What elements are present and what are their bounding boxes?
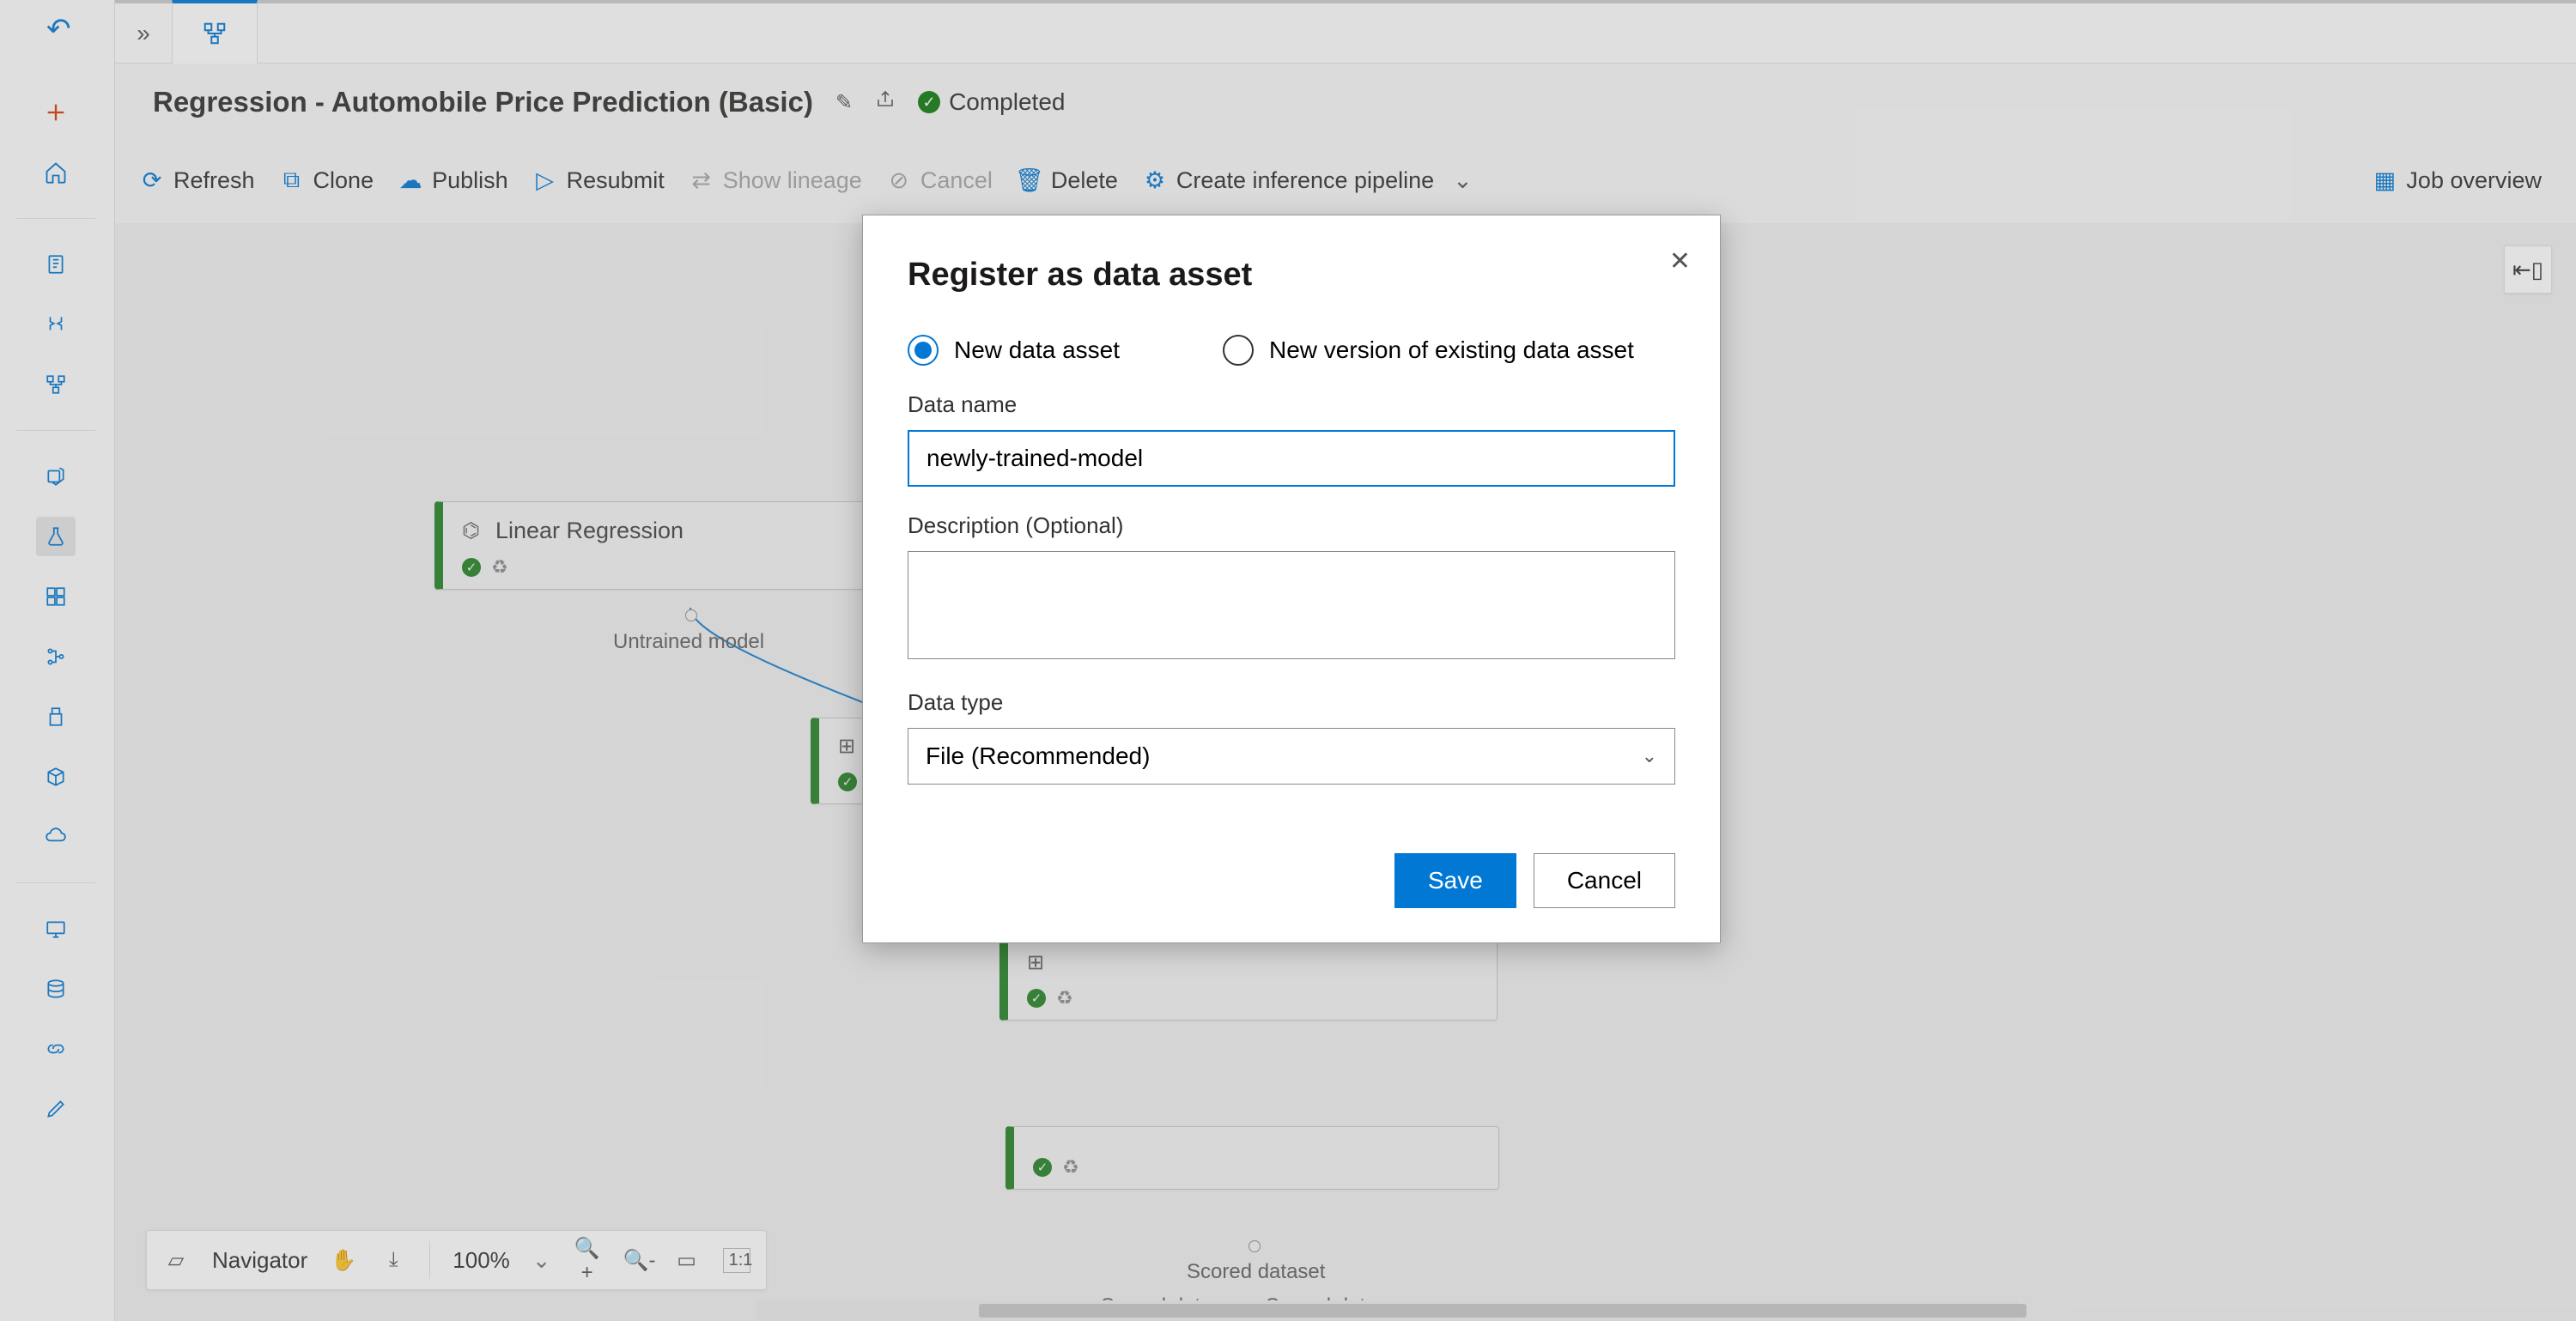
- dialog-title: Register as data asset: [908, 257, 1675, 294]
- chevron-down-icon: ⌄: [1642, 745, 1657, 767]
- radio-icon: [1223, 335, 1254, 366]
- data-name-input[interactable]: [908, 430, 1675, 487]
- field-label-description: Description (Optional): [908, 512, 1675, 539]
- field-label-data-type: Data type: [908, 689, 1675, 716]
- description-textarea[interactable]: [908, 551, 1675, 659]
- data-type-select[interactable]: File (Recommended) ⌄: [908, 728, 1675, 785]
- field-label-data-name: Data name: [908, 391, 1675, 418]
- radio-label: New version of existing data asset: [1269, 336, 1634, 364]
- save-button[interactable]: Save: [1394, 853, 1516, 908]
- close-dialog-button[interactable]: ✕: [1669, 246, 1691, 276]
- register-data-asset-dialog: ✕ Register as data asset New data asset …: [862, 215, 1721, 943]
- select-value: File (Recommended): [926, 742, 1150, 770]
- radio-new-version[interactable]: New version of existing data asset: [1223, 335, 1634, 366]
- cancel-button[interactable]: Cancel: [1534, 853, 1675, 908]
- radio-icon-selected: [908, 335, 939, 366]
- radio-label: New data asset: [954, 336, 1120, 364]
- radio-new-data-asset[interactable]: New data asset: [908, 335, 1120, 366]
